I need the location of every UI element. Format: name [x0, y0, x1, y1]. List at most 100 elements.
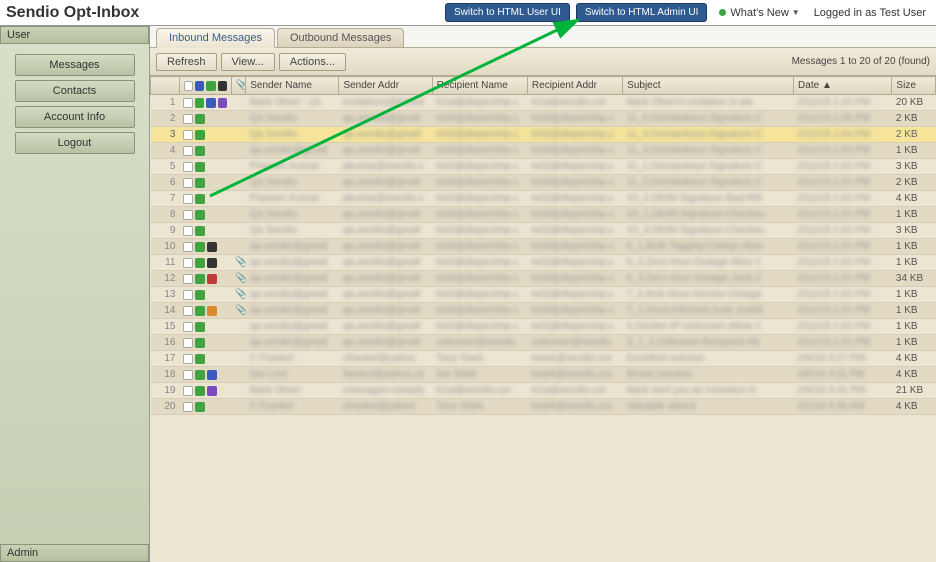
col-rownum[interactable] [151, 77, 180, 95]
cell: qa.sendio@gmail [339, 175, 432, 191]
row-flags [179, 223, 231, 239]
row-attachment [231, 191, 245, 207]
table-row[interactable]: 12📎qa.sendio@gmail.qa.sendio@gmailts03@d… [151, 271, 936, 287]
flag-white-icon [183, 402, 193, 412]
sidebar-item-contacts[interactable]: Contacts [15, 80, 135, 102]
sidebar-item-messages[interactable]: Messages [15, 54, 135, 76]
flag-orange-icon [207, 306, 217, 316]
col-flags[interactable] [179, 77, 231, 95]
flag-purple-icon [207, 386, 217, 396]
cell: 2/11/19 1:03 PM [794, 143, 892, 159]
table-row[interactable]: 10qa.sendio@gmail.qa.sendio@gmailts03@di… [151, 239, 936, 255]
cell: 2/6/19 4:27 PM [794, 351, 892, 367]
row-attachment [231, 335, 245, 351]
cell: Qa Sendio [246, 111, 339, 127]
logged-in-label: Logged in as Test User [814, 7, 926, 19]
cell: Tony Stark [432, 351, 527, 367]
table-row[interactable]: 4qa.sendio@gmail.qa.sendio@gmailts03@dis… [151, 143, 936, 159]
flag-green-icon [195, 338, 205, 348]
cell: ts03@dispership.c [432, 143, 527, 159]
switch-user-ui-button[interactable]: Switch to HTML User UI [445, 3, 570, 22]
table-row[interactable]: 8Qa Sendioqa.sendio@gmailts03@dispership… [151, 207, 936, 223]
cell: Mark sent you an invitation in [623, 383, 794, 399]
actions-button[interactable]: Actions... [279, 53, 346, 71]
flag-green-icon [195, 210, 205, 220]
col-sender-addr[interactable]: Sender Addr [339, 77, 432, 95]
table-row[interactable]: 3Qa Sendioqa.sendio@gmailts03@dispership… [151, 127, 936, 143]
row-flags [179, 271, 231, 287]
switch-admin-ui-button[interactable]: Switch to HTML Admin UI [576, 3, 708, 22]
view-button[interactable]: View... [221, 53, 275, 71]
table-row[interactable]: 6Qa Sendioqa.sendio@gmailts03@dispership… [151, 175, 936, 191]
cell: ts03@dispership.c [432, 287, 527, 303]
cell: qa.sendio@gmail [339, 319, 432, 335]
cell: qa.sendio@gmail [339, 223, 432, 239]
sidebar-item-logout[interactable]: Logout [15, 132, 135, 154]
table-row[interactable]: 2Qa Sendioqa.sendio@gmailts03@dispership… [151, 111, 936, 127]
cell-size: 1 KB [892, 255, 936, 271]
tab-outbound[interactable]: Outbound Messages [277, 28, 405, 47]
col-subject[interactable]: Subject [623, 77, 794, 95]
col-recipient-name[interactable]: Recipient Name [432, 77, 527, 95]
sidebar-user-header[interactable]: User [0, 26, 149, 44]
cell: qa.sendio@gmail [339, 335, 432, 351]
cell: ts03@dispership.c [432, 191, 527, 207]
table-row[interactable]: 7Praveen Kumarpkumar@sendio.cts03@disper… [151, 191, 936, 207]
cell: Mark Olsen - ch. [246, 95, 339, 111]
row-number: 2 [151, 111, 180, 127]
col-size[interactable]: Size [892, 77, 936, 95]
tab-inbound[interactable]: Inbound Messages [156, 28, 275, 48]
row-number: 8 [151, 207, 180, 223]
cell-size: 1 KB [892, 287, 936, 303]
cell: ts03@dispership.c [432, 159, 527, 175]
row-flags [179, 303, 231, 319]
table-row[interactable]: 19Mark Olsenmessages-noreplyts1a@sendio.… [151, 383, 936, 399]
cell: qa.sendio@gmail [339, 143, 432, 159]
flag-white-icon [183, 290, 193, 300]
table-row[interactable]: 1Mark Olsen - ch.invitations@linkedts1a@… [151, 95, 936, 111]
whats-new-label: What's New [730, 7, 788, 19]
table-row[interactable]: 14📎qa.sendio@gmail.qa.sendio@gmailts03@d… [151, 303, 936, 319]
flag-green-icon [195, 354, 205, 364]
table-row[interactable]: 20C Frankelcfrankel@yahooTony Starktstar… [151, 399, 936, 415]
col-sender-name[interactable]: Sender Name [246, 77, 339, 95]
paperclip-icon: 📎 [235, 289, 245, 300]
sidebar-admin-header[interactable]: Admin [0, 544, 149, 562]
cell: ts03@dispership.c [527, 127, 622, 143]
row-number: 7 [151, 191, 180, 207]
row-flags [179, 287, 231, 303]
table-row[interactable]: 11📎qa.sendio@gmail.qa.sendio@gmailts03@d… [151, 255, 936, 271]
table-row[interactable]: 9Qa Sendioqa.sendio@gmailts03@dispership… [151, 223, 936, 239]
sidebar-item-account-info[interactable]: Account Info [15, 106, 135, 128]
cell: 2/11/19 1:05 PM [794, 111, 892, 127]
table-row[interactable]: 15qa.sendio@gmail.qa.sendio@gmailts03@di… [151, 319, 936, 335]
cell: qa.sendio@gmail. [246, 287, 339, 303]
table-row[interactable]: 17C Frankelcfrankel@yahooTony Starktstar… [151, 351, 936, 367]
flag-white-icon [183, 274, 193, 284]
flag-white-icon [183, 130, 193, 140]
row-flags [179, 367, 231, 383]
cell-size: 2 KB [892, 111, 936, 127]
flag-green-icon [195, 178, 205, 188]
cell: cfrankel@yahoo [339, 351, 432, 367]
refresh-button[interactable]: Refresh [156, 53, 217, 71]
cell-size: 1 KB [892, 239, 936, 255]
table-row[interactable]: 5Praveen Kumarpkumar@sendio.cts03@disper… [151, 159, 936, 175]
table-row[interactable]: 18Ilan Leviilanlevi@yahoo.coSal Starktst… [151, 367, 936, 383]
col-attachment[interactable]: 📎 [231, 77, 245, 95]
table-row[interactable]: 16qa.sendio@gmail.qa.sendio@gmailunknown… [151, 335, 936, 351]
cell: qa.sendio@gmail [339, 239, 432, 255]
cell: qa.sendio@gmail [339, 127, 432, 143]
col-date[interactable]: Date ▲ [794, 77, 892, 95]
message-grid[interactable]: 📎 Sender Name Sender Addr Recipient Name… [150, 76, 936, 562]
row-flags [179, 127, 231, 143]
table-row[interactable]: 13📎qa.sendio@gmail.qa.sendio@gmailts03@d… [151, 287, 936, 303]
row-number: 16 [151, 335, 180, 351]
cell: tstark@sendio.cor [527, 351, 622, 367]
cell: ts03@dispership.c [527, 159, 622, 175]
cell: 4.Sender-IP-Unknown-Allow-1 [623, 319, 794, 335]
row-number: 1 [151, 95, 180, 111]
col-recipient-addr[interactable]: Recipient Addr [527, 77, 622, 95]
cell: 2/11/19 1:01 PM [794, 191, 892, 207]
whats-new-menu[interactable]: What's New ▼ [719, 7, 799, 19]
